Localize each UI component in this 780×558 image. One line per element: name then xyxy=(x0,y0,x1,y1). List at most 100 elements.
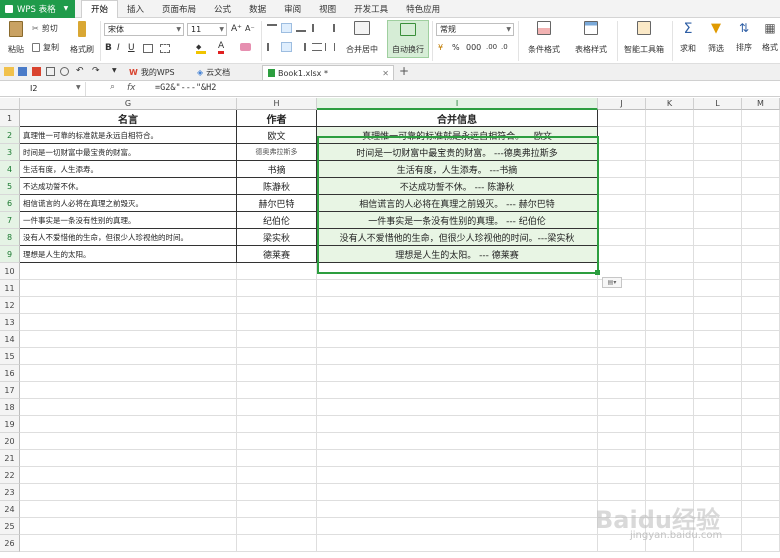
sort-button[interactable]: ⇅ 排序 xyxy=(732,21,756,53)
cell-l9[interactable] xyxy=(694,246,742,263)
row-header[interactable]: 6 xyxy=(0,195,20,212)
wrap-text-button[interactable]: 自动换行 xyxy=(387,20,429,58)
cell-k4[interactable] xyxy=(646,161,694,178)
cell-j20[interactable] xyxy=(598,433,646,450)
cell-l20[interactable] xyxy=(694,433,742,450)
cell-g18[interactable] xyxy=(20,399,237,416)
cell-h5[interactable]: 陈瀞秋 xyxy=(237,178,317,195)
underline-button[interactable]: U xyxy=(128,43,135,53)
cell-l12[interactable] xyxy=(694,297,742,314)
cell-i7[interactable]: 一件事实是一条没有性别的真理。 --- 纪伯伦 xyxy=(317,212,598,229)
cell-j9[interactable] xyxy=(598,246,646,263)
fill-handle[interactable] xyxy=(595,270,600,275)
tab-insert[interactable]: 插入 xyxy=(118,0,153,18)
cell-j6[interactable] xyxy=(598,195,646,212)
cell-m22[interactable] xyxy=(742,467,780,484)
cell-i10[interactable] xyxy=(317,263,598,280)
cell-k16[interactable] xyxy=(646,365,694,382)
cell-i20[interactable] xyxy=(317,433,598,450)
cell-k17[interactable] xyxy=(646,382,694,399)
cell-j19[interactable] xyxy=(598,416,646,433)
row-header[interactable]: 16 xyxy=(0,365,20,382)
format-button[interactable]: ▦ 格式 xyxy=(760,21,780,53)
cell-m6[interactable] xyxy=(742,195,780,212)
cell-m12[interactable] xyxy=(742,297,780,314)
row-header[interactable]: 15 xyxy=(0,348,20,365)
column-header-l[interactable]: L xyxy=(694,98,742,110)
indent-icon[interactable] xyxy=(312,24,322,32)
cell-g12[interactable] xyxy=(20,297,237,314)
row-header[interactable]: 1 xyxy=(0,110,20,127)
cell-j14[interactable] xyxy=(598,331,646,348)
cell-k11[interactable] xyxy=(646,280,694,297)
row-header[interactable]: 26 xyxy=(0,535,20,552)
cell-g17[interactable] xyxy=(20,382,237,399)
decrease-font-button[interactable]: A⁻ xyxy=(245,24,255,33)
print-icon[interactable] xyxy=(46,67,55,76)
tab-cloud-docs[interactable]: ◈ 云文档 xyxy=(192,65,235,80)
cell-i11[interactable] xyxy=(317,280,598,297)
tab-developer[interactable]: 开发工具 xyxy=(345,0,397,18)
cell-l4[interactable] xyxy=(694,161,742,178)
cell-k20[interactable] xyxy=(646,433,694,450)
close-icon[interactable]: ✕ xyxy=(382,69,389,78)
cell-h15[interactable] xyxy=(237,348,317,365)
cell-j23[interactable] xyxy=(598,484,646,501)
cell-g19[interactable] xyxy=(20,416,237,433)
cell-l6[interactable] xyxy=(694,195,742,212)
formula-input[interactable]: =G2&"---"&H2 xyxy=(155,83,216,93)
cell-h16[interactable] xyxy=(237,365,317,382)
cell-i12[interactable] xyxy=(317,297,598,314)
cell-g20[interactable] xyxy=(20,433,237,450)
cell-i3[interactable]: 时间是一切财富中最宝贵的财富。 ---德奥弗拉斯多 xyxy=(317,144,598,161)
cell-h24[interactable] xyxy=(237,501,317,518)
tab-home[interactable]: 开始 xyxy=(81,0,119,18)
cell-l1[interactable] xyxy=(694,110,742,127)
row-header[interactable]: 5 xyxy=(0,178,20,195)
cell-g8[interactable]: 没有人不爱惜他的生命，但很少人珍视他的时间。 xyxy=(20,229,237,246)
name-box[interactable]: I2 xyxy=(0,82,86,96)
cell-h21[interactable] xyxy=(237,450,317,467)
cell-h7[interactable]: 纪伯伦 xyxy=(237,212,317,229)
undo-icon[interactable]: ↶ xyxy=(76,66,84,76)
cell-j13[interactable] xyxy=(598,314,646,331)
cell-j4[interactable] xyxy=(598,161,646,178)
row-header[interactable]: 23 xyxy=(0,484,20,501)
cell-i16[interactable] xyxy=(317,365,598,382)
cell-h25[interactable] xyxy=(237,518,317,535)
italic-button[interactable]: I xyxy=(117,43,120,53)
tab-data[interactable]: 数据 xyxy=(240,0,275,18)
column-header-g[interactable]: G xyxy=(20,98,237,110)
cell-h18[interactable] xyxy=(237,399,317,416)
row-header[interactable]: 13 xyxy=(0,314,20,331)
cell-j22[interactable] xyxy=(598,467,646,484)
cell-l17[interactable] xyxy=(694,382,742,399)
align-center-icon[interactable] xyxy=(281,42,292,52)
cell-m13[interactable] xyxy=(742,314,780,331)
cell-k5[interactable] xyxy=(646,178,694,195)
format-painter-button[interactable]: 格式刷 xyxy=(68,21,96,55)
conditional-format-button[interactable]: 条件格式 xyxy=(522,21,566,55)
cell-h19[interactable] xyxy=(237,416,317,433)
cell-j15[interactable] xyxy=(598,348,646,365)
row-header[interactable]: 20 xyxy=(0,433,20,450)
cell-l19[interactable] xyxy=(694,416,742,433)
cell-h26[interactable] xyxy=(237,535,317,552)
wps-app-menu-button[interactable]: WPS 表格 ▼ xyxy=(0,0,75,18)
cell-k14[interactable] xyxy=(646,331,694,348)
cell-m15[interactable] xyxy=(742,348,780,365)
align-left-icon[interactable] xyxy=(267,43,277,51)
cell-l8[interactable] xyxy=(694,229,742,246)
cell-m18[interactable] xyxy=(742,399,780,416)
cell-g16[interactable] xyxy=(20,365,237,382)
cell-g6[interactable]: 相信谎言的人必将在真理之前毁灭。 xyxy=(20,195,237,212)
outdent-icon[interactable] xyxy=(325,24,335,32)
cell-m9[interactable] xyxy=(742,246,780,263)
merge-borders-icon[interactable] xyxy=(160,44,170,53)
number-format-select[interactable]: 常规 ▼ xyxy=(436,23,514,36)
justify-icon[interactable] xyxy=(312,43,322,51)
cell-i18[interactable] xyxy=(317,399,598,416)
new-tab-icon[interactable]: + xyxy=(399,64,409,78)
cell-g2[interactable]: 真理惟一可靠的标准就是永远自相符合。 xyxy=(20,127,237,144)
cell-m5[interactable] xyxy=(742,178,780,195)
